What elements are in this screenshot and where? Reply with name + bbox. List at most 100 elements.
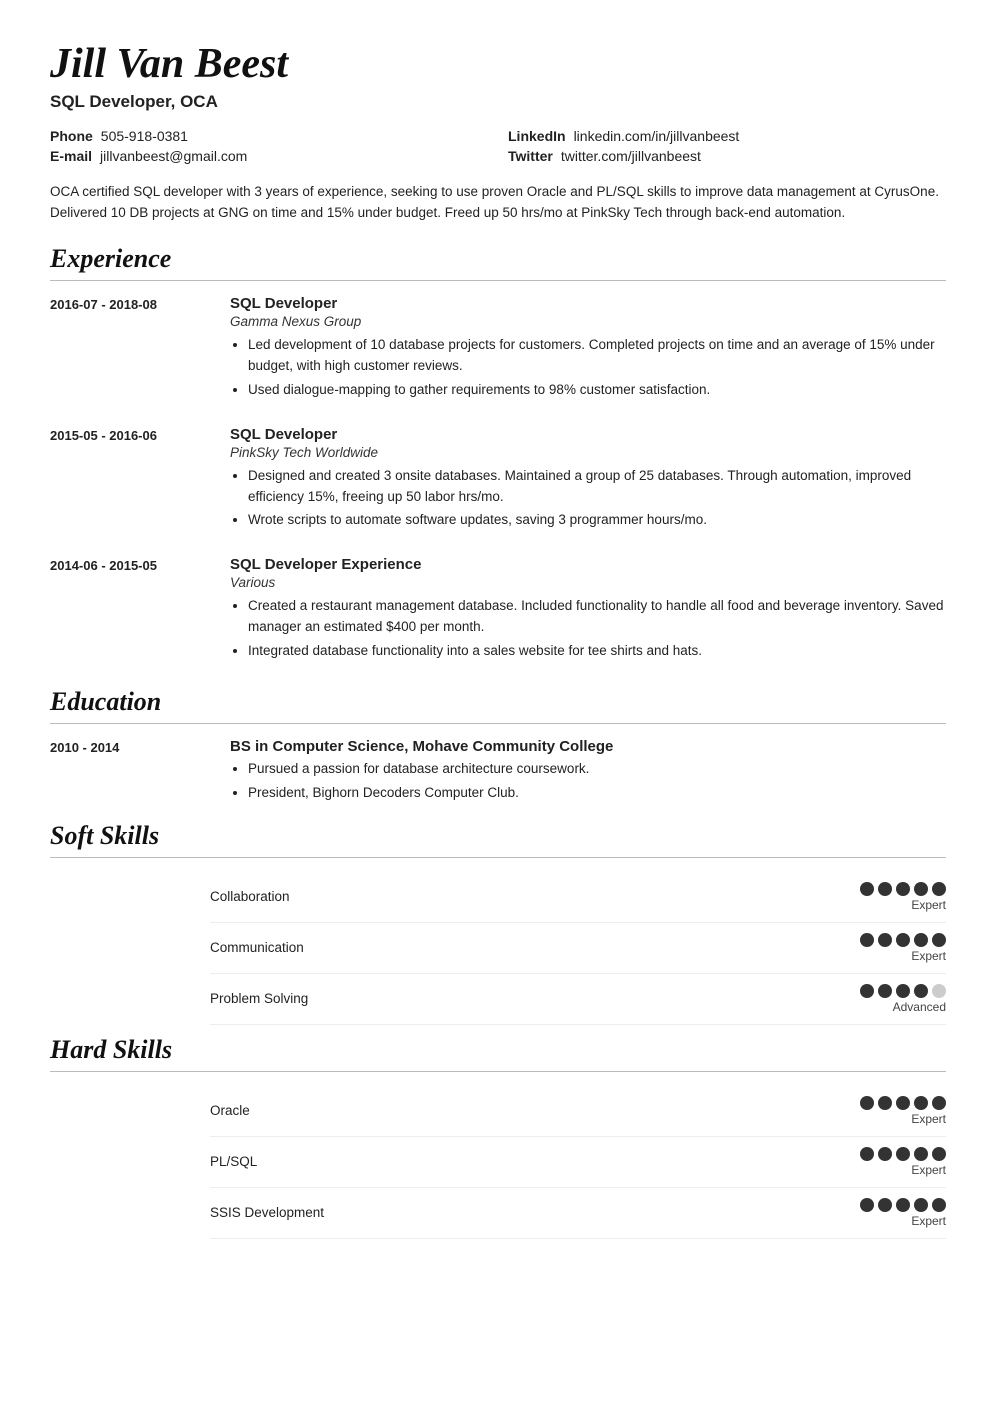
experience-entries: 2016-07 - 2018-08 SQL Developer Gamma Nexu… (50, 295, 946, 665)
exp-bullet: Designed and created 3 onsite databases.… (248, 466, 946, 508)
skill-level: Expert (911, 1112, 946, 1126)
skill-dots (860, 1096, 946, 1110)
skill-dots (860, 882, 946, 896)
skill-rating: Expert (860, 882, 946, 912)
dot-filled (932, 1198, 946, 1212)
dot-filled (914, 1198, 928, 1212)
skill-dots (860, 984, 946, 998)
skill-row: CollaborationExpert (210, 872, 946, 923)
skill-rating: Expert (860, 1147, 946, 1177)
experience-entry: 2015-05 - 2016-06 SQL Developer PinkSky Te… (50, 426, 946, 535)
dot-filled (896, 882, 910, 896)
exp-role: SQL Developer (230, 426, 946, 443)
skill-name: Communication (210, 940, 860, 955)
dot-filled (914, 984, 928, 998)
skill-rating: Expert (860, 1198, 946, 1228)
edu-bullet: Pursued a passion for database architect… (248, 759, 946, 780)
dot-filled (878, 1147, 892, 1161)
dot-filled (914, 933, 928, 947)
skill-dots (860, 1147, 946, 1161)
exp-role: SQL Developer Experience (230, 556, 946, 573)
dot-filled (896, 1096, 910, 1110)
dot-filled (860, 1096, 874, 1110)
phone-row: Phone 505-918-0381 (50, 128, 488, 144)
dot-filled (932, 882, 946, 896)
resume-name: Jill Van Beest (50, 40, 946, 88)
edu-degree: BS in Computer Science, Mohave Community… (230, 738, 946, 755)
exp-bullets: Designed and created 3 onsite databases.… (230, 466, 946, 532)
skill-rating: Expert (860, 933, 946, 963)
experience-title: Experience (50, 244, 946, 274)
edu-date: 2010 - 2014 (50, 738, 210, 807)
skill-row: Oracle Expert (210, 1086, 946, 1137)
dot-filled (878, 1198, 892, 1212)
experience-entry: 2014-06 - 2015-05SQL Developer Experienc… (50, 556, 946, 665)
dot-filled (878, 984, 892, 998)
soft-skills-title: Soft Skills (50, 821, 946, 851)
skill-name: PL/SQL (210, 1154, 860, 1169)
exp-content: SQL Developer Gamma Nexus Group Led develo… (230, 295, 946, 404)
hard-skills-section: Hard Skills OracleExpertPL/SQLExpertSSIS… (50, 1035, 946, 1239)
exp-company: PinkSky Tech Worldwide (230, 445, 946, 460)
skill-dots (860, 933, 946, 947)
exp-date: 2016-07 - 2018-08 (50, 295, 210, 404)
skill-rating: Expert (860, 1096, 946, 1126)
dot-filled (878, 933, 892, 947)
linkedin-label: LinkedIn (508, 128, 566, 144)
hard-skills-title: Hard Skills (50, 1035, 946, 1065)
linkedin-value: linkedin.com/in/jillvanbeest (574, 128, 740, 144)
exp-bullet: Integrated database functionality into a… (248, 641, 946, 662)
experience-section: Experience 2016-07 - 2018-08SQL Develope… (50, 244, 946, 665)
email-label: E-mail (50, 148, 92, 164)
dot-filled (860, 1147, 874, 1161)
education-section: Education 2010 - 2014BS in Computer Scie… (50, 687, 946, 807)
dot-filled (914, 1096, 928, 1110)
dot-filled (896, 933, 910, 947)
skill-row: CommunicationExpert (210, 923, 946, 974)
summary: OCA certified SQL developer with 3 years… (50, 182, 946, 224)
skill-level: Expert (911, 898, 946, 912)
edu-bullet: President, Bighorn Decoders Computer Clu… (248, 783, 946, 804)
exp-bullets: Created a restaurant management database… (230, 596, 946, 662)
dot-filled (932, 1147, 946, 1161)
skill-row: Problem SolvingAdvanced (210, 974, 946, 1025)
twitter-label: Twitter (508, 148, 553, 164)
email-row: E-mail jillvanbeest@gmail.com (50, 148, 488, 164)
soft-skills-entries: CollaborationExpertCommunicationExpertPr… (50, 872, 946, 1025)
skill-name: Oracle (210, 1103, 860, 1118)
edu-bullets: Pursued a passion for database architect… (230, 759, 946, 804)
hard-skills-divider (50, 1071, 946, 1072)
contact-grid: Phone 505-918-0381 LinkedIn linkedin.com… (50, 128, 946, 164)
exp-company: Gamma Nexus Group (230, 314, 946, 329)
exp-company: Various (230, 575, 946, 590)
dot-filled (860, 1198, 874, 1212)
skill-rating: Advanced (860, 984, 946, 1014)
phone-value: 505-918-0381 (101, 128, 188, 144)
dot-filled (914, 1147, 928, 1161)
dot-filled (896, 1198, 910, 1212)
dot-filled (860, 882, 874, 896)
exp-content: SQL Developer PinkSky Tech Worldwide Desig… (230, 426, 946, 535)
exp-bullet: Created a restaurant management database… (248, 596, 946, 638)
dot-filled (914, 882, 928, 896)
skill-level: Expert (911, 1163, 946, 1177)
skill-row: SSIS DevelopmentExpert (210, 1188, 946, 1239)
dot-filled (860, 933, 874, 947)
linkedin-row: LinkedIn linkedin.com/in/jillvanbeest (508, 128, 946, 144)
exp-bullet: Used dialogue-mapping to gather requirem… (248, 380, 946, 401)
skill-dots (860, 1198, 946, 1212)
experience-divider (50, 280, 946, 281)
email-value: jillvanbeest@gmail.com (100, 148, 247, 164)
exp-bullets: Led development of 10 database projects … (230, 335, 946, 401)
dot-filled (878, 1096, 892, 1110)
dot-filled (932, 1096, 946, 1110)
education-divider (50, 723, 946, 724)
exp-bullet: Wrote scripts to automate software updat… (248, 510, 946, 531)
dot-filled (860, 984, 874, 998)
skill-level: Expert (911, 1214, 946, 1228)
dot-filled (896, 1147, 910, 1161)
twitter-row: Twitter twitter.com/jillvanbeest (508, 148, 946, 164)
exp-date: 2015-05 - 2016-06 (50, 426, 210, 535)
education-entries: 2010 - 2014 BS in Computer Science, Mohav… (50, 738, 946, 807)
exp-role: SQL Developer (230, 295, 946, 312)
